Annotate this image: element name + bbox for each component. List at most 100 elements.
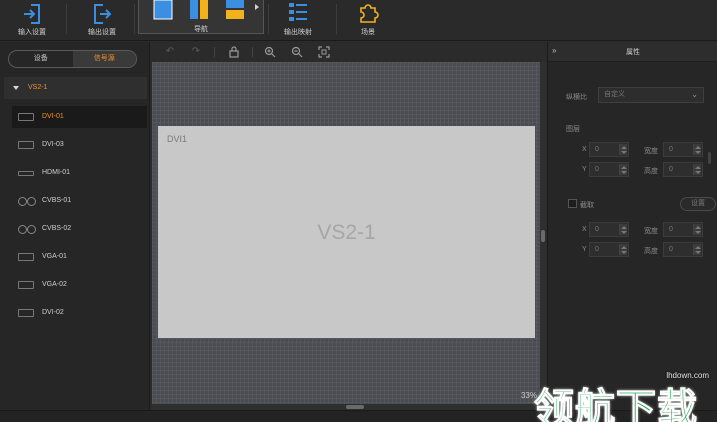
- spinner-icon[interactable]: [693, 224, 701, 235]
- source-item-vga-01[interactable]: VGA-01: [12, 246, 147, 268]
- spinner-icon[interactable]: [693, 144, 701, 155]
- crop-x-field[interactable]: 0: [589, 222, 629, 237]
- crop-y-field[interactable]: 0: [589, 242, 629, 257]
- editing-canvas[interactable]: DVI1 VS2-1 33%: [152, 62, 540, 404]
- layout-split-horizontal-icon: [226, 0, 244, 19]
- spinner-icon[interactable]: [619, 164, 627, 175]
- layout-group: 导航: [138, 0, 264, 34]
- main-toolbar: 输入设置 输出设置 导航 输出映射 场景: [0, 0, 717, 41]
- lock-icon[interactable]: [228, 46, 240, 58]
- output-mapping-label: 输出映射: [284, 29, 312, 36]
- crop-height-field[interactable]: 0: [663, 242, 703, 257]
- source-item-label: DVI-01: [42, 113, 64, 120]
- layer-x-label: X: [582, 146, 587, 153]
- layer-height-value: 0: [669, 166, 673, 173]
- panel-scroll-thumb[interactable]: [708, 152, 711, 164]
- layer-y-label: Y: [582, 166, 587, 173]
- layout-more-arrow-icon[interactable]: [255, 4, 259, 10]
- tab-signal-source[interactable]: 信号源: [72, 51, 136, 67]
- output-settings-label: 输出设置: [88, 29, 116, 36]
- screen-name-label: VS2-1: [317, 221, 376, 244]
- source-group-header[interactable]: VS2-1: [4, 77, 147, 99]
- source-item-cvbs-01[interactable]: CVBS-01: [12, 190, 147, 212]
- source-item-label: CVBS-01: [42, 197, 72, 204]
- crop-settings-button[interactable]: 设置: [680, 197, 716, 211]
- layer-height-field[interactable]: 0: [663, 162, 703, 177]
- fit-screen-icon[interactable]: [318, 46, 330, 58]
- spinner-icon[interactable]: [619, 244, 627, 255]
- layer-width-field[interactable]: 0: [663, 142, 703, 157]
- layer-x-field[interactable]: 0: [589, 142, 629, 157]
- layout-split-v-button[interactable]: [189, 0, 209, 20]
- input-settings-icon: [24, 4, 40, 24]
- layout-label: 导航: [194, 26, 208, 33]
- vertical-scroll-thumb[interactable]: [541, 230, 545, 242]
- crop-width-label: 宽度: [644, 228, 658, 235]
- input-settings-button[interactable]: 输入设置: [10, 0, 54, 41]
- hdmi-port-icon: [18, 171, 34, 176]
- layer-y-field[interactable]: 0: [589, 162, 629, 177]
- dvi-port-icon: [18, 113, 34, 121]
- layout-single-icon: [153, 0, 173, 20]
- vga-port-icon: [18, 281, 34, 289]
- window-source-label: DVI1: [167, 134, 188, 144]
- scene-button[interactable]: 场景: [346, 0, 390, 41]
- crop-width-field[interactable]: 0: [663, 222, 703, 237]
- output-settings-button[interactable]: 输出设置: [80, 0, 124, 41]
- toolbar-divider: [66, 4, 67, 34]
- crop-label: 截取: [580, 202, 594, 209]
- properties-panel: » 属性 纵横比 自定义 ⌄ 图层 X 0 宽度 0 Y 0 高度 0 截取 设…: [547, 42, 717, 410]
- layout-split-h-button[interactable]: [225, 0, 245, 20]
- source-item-dvi-02[interactable]: DVI-02: [12, 302, 147, 324]
- crop-height-value: 0: [669, 246, 673, 253]
- undo-icon[interactable]: ↶: [164, 46, 176, 58]
- zoom-out-icon[interactable]: [291, 46, 303, 58]
- source-item-cvbs-02[interactable]: CVBS-02: [12, 218, 147, 240]
- layout-single-button[interactable]: [153, 0, 173, 20]
- canvas-toolbar-divider: [252, 47, 253, 57]
- aspect-ratio-label: 纵横比: [566, 94, 587, 101]
- properties-header: » 属性: [548, 42, 717, 62]
- crop-height-label: 高度: [644, 248, 658, 255]
- source-item-vga-02[interactable]: VGA-02: [12, 274, 147, 296]
- crop-y-value: 0: [595, 246, 599, 253]
- scene-label: 场景: [361, 29, 375, 36]
- aspect-ratio-select[interactable]: 自定义 ⌄: [598, 87, 704, 103]
- output-mapping-button[interactable]: 输出映射: [276, 0, 320, 41]
- chevron-down-icon: ⌄: [691, 90, 698, 99]
- redo-icon[interactable]: ↷: [190, 46, 202, 58]
- source-item-hdmi-01[interactable]: HDMI-01: [12, 162, 147, 184]
- spinner-icon[interactable]: [619, 224, 627, 235]
- source-panel: 设备 信号源 VS2-1 DVI-01 DVI-03 HDMI-01 CVBS-…: [0, 42, 150, 410]
- dvi-port-icon: [18, 309, 34, 317]
- canvas-toolbar: ↶ ↷: [152, 42, 545, 62]
- source-item-label: VGA-01: [42, 253, 67, 260]
- screen-window[interactable]: DVI1 VS2-1: [158, 126, 535, 338]
- spinner-icon[interactable]: [693, 244, 701, 255]
- expand-triangle-icon: [13, 86, 19, 90]
- vga-port-icon: [18, 253, 34, 261]
- source-item-label: VGA-02: [42, 281, 67, 288]
- toolbar-divider: [134, 4, 135, 34]
- zoom-in-icon[interactable]: [264, 46, 276, 58]
- output-mapping-icon: [289, 3, 307, 21]
- output-settings-icon: [94, 4, 112, 24]
- spinner-icon[interactable]: [693, 164, 701, 175]
- crop-x-value: 0: [595, 226, 599, 233]
- aspect-ratio-value: 自定义: [604, 91, 625, 98]
- layer-x-value: 0: [595, 146, 599, 153]
- tab-device[interactable]: 设备: [9, 51, 73, 67]
- toolbar-divider: [336, 4, 337, 34]
- crop-checkbox[interactable]: [568, 199, 577, 208]
- source-item-dvi-03[interactable]: DVI-03: [12, 134, 147, 156]
- horizontal-scroll-thumb[interactable]: [346, 405, 364, 409]
- source-item-dvi-01[interactable]: DVI-01: [12, 106, 147, 128]
- vertical-scrollbar[interactable]: [540, 62, 546, 404]
- layer-width-value: 0: [669, 146, 673, 153]
- zoom-level: 33%: [520, 391, 537, 400]
- crop-width-value: 0: [669, 226, 673, 233]
- spinner-icon[interactable]: [619, 144, 627, 155]
- layer-y-value: 0: [595, 166, 599, 173]
- crop-x-label: X: [582, 226, 587, 233]
- properties-title: 属性: [626, 49, 640, 56]
